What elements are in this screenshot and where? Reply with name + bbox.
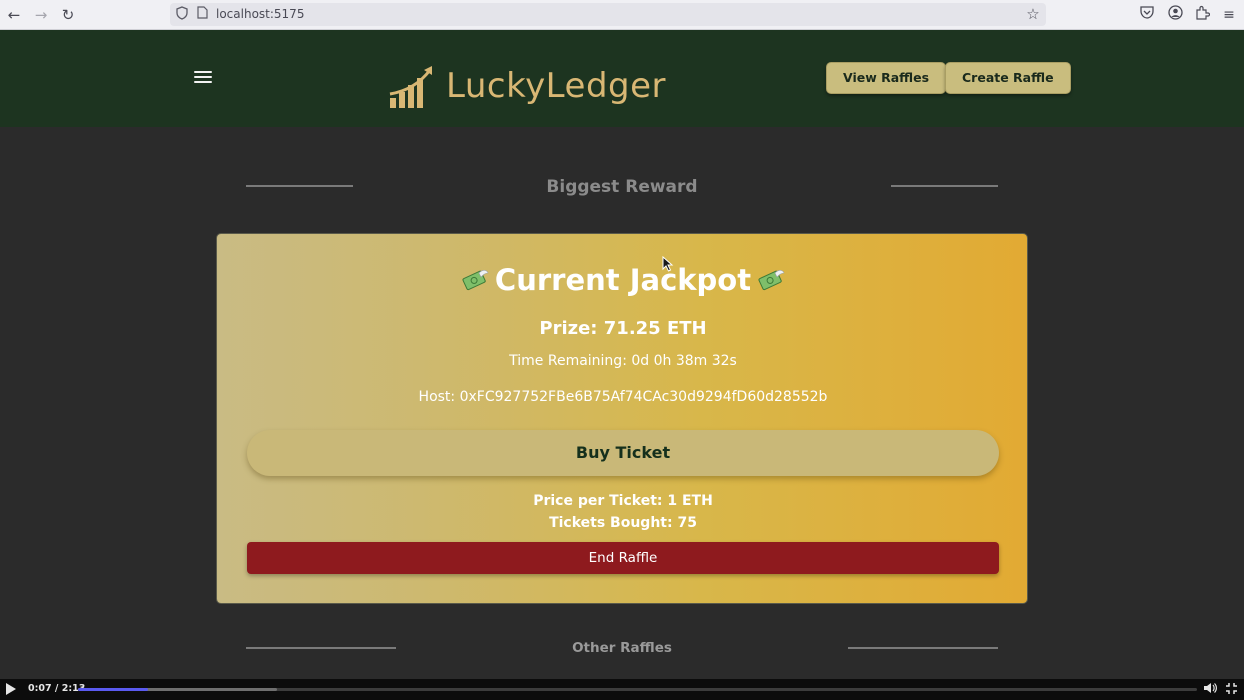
logo-text: LuckyLedger	[446, 66, 667, 106]
account-icon[interactable]	[1165, 5, 1185, 25]
address-bar[interactable]: localhost:5175 ☆	[170, 3, 1046, 26]
host-address: Host: 0xFC927752FBe6B75Af74CAc30d9294fD6…	[418, 389, 828, 405]
video-player-controls: 0:07 / 2:13	[0, 679, 1244, 700]
rising-chart-logo-icon	[389, 66, 432, 108]
create-raffle-button[interactable]: Create Raffle	[945, 62, 1071, 94]
money-with-wings-icon	[758, 270, 785, 291]
tickets-bought: Tickets Bought: 75	[549, 515, 697, 531]
biggest-reward-heading: Biggest Reward	[546, 177, 698, 197]
browser-toolbar: ← → ↻ localhost:5175 ☆ ≡	[0, 0, 1244, 30]
extensions-icon[interactable]	[1192, 5, 1212, 25]
prize-amount: Prize: 71.25 ETH	[539, 318, 707, 339]
played-fill	[78, 688, 149, 691]
price-per-ticket: Price per Ticket: 1 ETH	[533, 493, 713, 509]
view-raffles-button[interactable]: View Raffles	[826, 62, 947, 94]
url-text[interactable]: localhost:5175	[216, 6, 304, 22]
shield-icon[interactable]	[174, 6, 190, 22]
bookmark-star-icon[interactable]: ☆	[1024, 5, 1042, 23]
mouse-cursor-icon	[662, 256, 674, 272]
forward-arrow-icon[interactable]: →	[31, 5, 51, 25]
menu-icon[interactable]	[193, 68, 213, 88]
logo[interactable]: LuckyLedger	[388, 60, 668, 112]
exit-fullscreen-icon[interactable]	[1224, 682, 1238, 696]
other-raffles-heading: Other Raffles	[572, 640, 672, 656]
buy-ticket-button[interactable]: Buy Ticket	[247, 430, 999, 476]
playback-time: 0:07 / 2:13	[28, 683, 86, 694]
pocket-icon[interactable]	[1137, 5, 1157, 25]
page-icon	[194, 6, 210, 22]
end-raffle-button[interactable]: End Raffle	[247, 542, 999, 574]
hamburger-menu-icon[interactable]: ≡	[1219, 5, 1239, 25]
jackpot-title-text: Current Jackpot	[494, 263, 752, 297]
volume-icon[interactable]	[1203, 682, 1217, 696]
app-header: LuckyLedger View Raffles Create Raffle	[0, 30, 1244, 127]
jackpot-title: Current Jackpot	[217, 260, 1029, 300]
money-with-wings-icon	[462, 270, 489, 291]
reload-icon[interactable]: ↻	[58, 5, 78, 25]
back-arrow-icon[interactable]: ←	[4, 5, 24, 25]
jackpot-card: Current Jackpot Prize: 71.25 ETH Time Re…	[216, 233, 1028, 604]
play-icon[interactable]	[4, 682, 18, 696]
time-remaining: Time Remaining: 0d 0h 38m 32s	[509, 353, 737, 369]
seek-bar[interactable]	[78, 688, 1197, 691]
